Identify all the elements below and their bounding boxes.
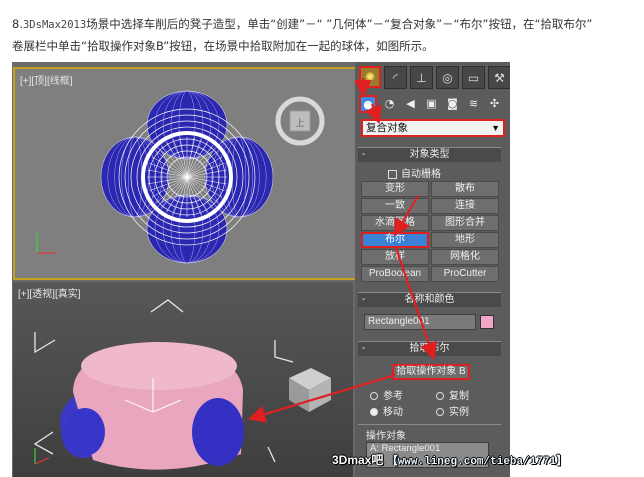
geometry-icon[interactable]: ● (359, 95, 377, 113)
scatter-button[interactable]: 散布 (431, 181, 499, 197)
radio-move[interactable]: 移动 (370, 403, 403, 418)
proboolean-button[interactable]: ProBoolean (361, 266, 429, 282)
motion-tab-icon[interactable]: ◎ (436, 66, 459, 89)
command-tabs: ✺ ◜ ⊥ ◎ ▭ ⚒ (359, 66, 510, 89)
app-version: 3DsMax2013 (22, 19, 87, 31)
radio-instance[interactable]: 实例 (436, 403, 469, 418)
boolean-button[interactable]: 布尔 (361, 232, 429, 248)
helpers-icon[interactable]: ◙ (444, 95, 461, 112)
object-type-header[interactable]: - 对象类型 (358, 148, 501, 162)
radio-reference[interactable]: 参考 (370, 387, 403, 402)
viewport-top-label[interactable]: [+][顶][线框] (20, 72, 73, 87)
shapemerge-button[interactable]: 图形合并 (431, 215, 499, 231)
pick-boolean-header[interactable]: - 拾取布尔 (358, 342, 501, 356)
object-name-field[interactable]: Rectangle001 (364, 314, 476, 330)
systems-icon[interactable]: ✣ (486, 95, 503, 112)
instruction-line-2: 卷展栏中单击“拾取操作对象B”按钮，在场景中拾取附加在一起的球体，如图所示。 (12, 39, 434, 53)
instruction-line-1: 8.3DsMax2013场景中选择车削后的凳子造型，单击“创建”－“ ”几何体”… (12, 16, 592, 32)
object-category-dropdown[interactable]: 复合对象 ▼ (361, 119, 505, 137)
chevron-down-icon: ▼ (491, 123, 500, 133)
autogrid-checkbox[interactable]: 自动栅格 (388, 165, 441, 180)
terrain-button[interactable]: 地形 (431, 232, 499, 248)
utilities-tab-icon[interactable]: ⚒ (488, 66, 510, 89)
shapes-icon[interactable]: ◔ (381, 95, 398, 112)
radio-copy[interactable]: 复制 (436, 387, 469, 402)
pick-operand-b-button[interactable]: 拾取操作对象 B (392, 364, 470, 380)
modify-tab-icon[interactable]: ◜ (384, 66, 407, 89)
blobmesh-button[interactable]: 水滴网格 (361, 215, 429, 231)
object-type-rollout: - 对象类型 自动栅格 变形 散布 一致 连接 水滴网格 图形合并 布尔 地形 放… (358, 147, 501, 294)
create-tab-icon[interactable]: ✺ (359, 66, 381, 88)
dropdown-value: 复合对象 (366, 122, 408, 134)
viewport-persp-label[interactable]: [+][透视][真实] (18, 285, 81, 300)
pick-boolean-rollout: - 拾取布尔 拾取操作对象 B 参考 复制 移动 实例 (358, 341, 501, 422)
hierarchy-tab-icon[interactable]: ⊥ (410, 66, 433, 89)
display-tab-icon[interactable]: ▭ (462, 66, 485, 89)
lights-icon[interactable]: ◀ (402, 95, 419, 112)
procutter-button[interactable]: ProCutter (431, 266, 499, 282)
viewport-top[interactable]: 上 [+][顶][线框] (13, 67, 357, 280)
watermark: 3Dmax吧 【www.lineg.com/tieba/1771】 (332, 453, 568, 468)
conform-button[interactable]: 一致 (361, 198, 429, 214)
object-color-swatch[interactable] (480, 315, 494, 329)
viewport-perspective[interactable]: [+][透视][真实] (13, 282, 353, 477)
mesher-button[interactable]: 网格化 (431, 249, 499, 265)
create-subtabs: ● ◔ ◀ ▣ ◙ ≋ ✣ (359, 95, 503, 113)
loft-button[interactable]: 放样 (361, 249, 429, 265)
perspective-stool-model (33, 299, 331, 470)
top-wireframe-model: 上 (36, 90, 325, 264)
name-color-header[interactable]: - 名称和颜色 (358, 293, 501, 307)
svg-text:上: 上 (295, 118, 304, 129)
max-window: 上 [+][顶][线框] [+][透视][真实] ✺ ◜ ⊥ ◎ ▭ ⚒ ● ◔… (12, 62, 510, 477)
connect-button[interactable]: 连接 (431, 198, 499, 214)
instruction-text-1: 场景中选择车削后的凳子造型，单击“创建”－“ ”几何体”－“复合对象”－“布尔”… (86, 17, 593, 31)
morph-button[interactable]: 变形 (361, 181, 429, 197)
name-color-rollout: - 名称和颜色 Rectangle001 (358, 292, 501, 339)
step-number: 8. (12, 17, 23, 31)
cameras-icon[interactable]: ▣ (423, 95, 440, 112)
spacewarps-icon[interactable]: ≋ (465, 95, 482, 112)
operands-label: 操作对象 (366, 431, 406, 442)
command-panel: ✺ ◜ ⊥ ◎ ▭ ⚒ ● ◔ ◀ ▣ ◙ ≋ ✣ 复合对象 ▼ - 对象类型 自动… (355, 62, 510, 477)
